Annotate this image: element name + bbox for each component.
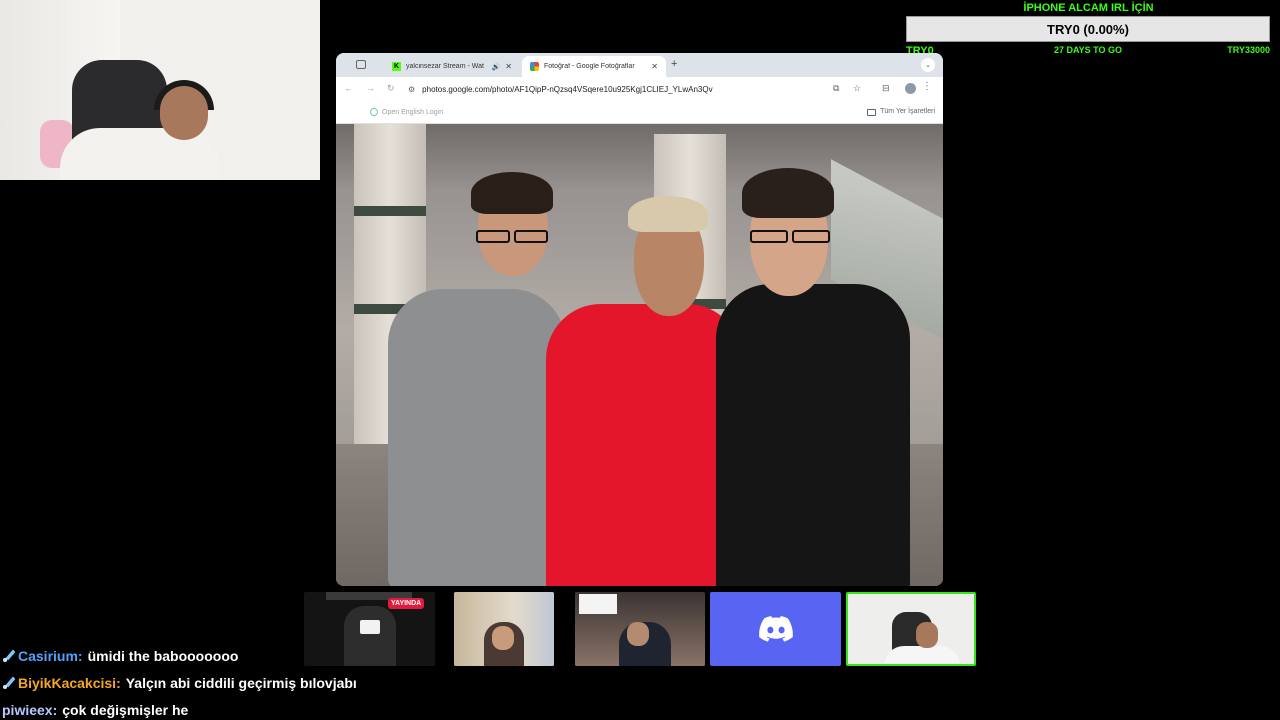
goal-amount: TRY0 (0.00%) (1047, 21, 1129, 37)
url-text: photos.google.com/photo/AF1QipP-nQzsq4VS… (422, 84, 713, 94)
rocket-icon (2, 676, 16, 690)
person-right-body (716, 284, 910, 586)
donation-goal-widget: İPHONE ALCAM IRL İÇİN TRY0 (0.00%) TRY0 … (906, 0, 1271, 58)
all-bookmarks-label: Tüm Yer İşaretleri (880, 108, 935, 115)
rocket-icon (2, 649, 16, 663)
chat-message: Casirium: ümidi the babooooooo (2, 642, 602, 669)
speaker-icon[interactable]: 🔊 (492, 63, 501, 71)
chat-username[interactable]: piwieex: (2, 702, 57, 718)
install-icon[interactable]: ⧉ (833, 83, 839, 94)
chat-message: piwieex: çok değişmişler he (2, 696, 602, 720)
address-bar[interactable]: ⚙ photos.google.com/photo/AF1QipP-nQzsq4… (408, 80, 854, 98)
chat-message: BiyikKacakcisi: Yalçın abi ciddili geçir… (2, 669, 602, 696)
person-left-body (388, 289, 566, 586)
displayed-photo (336, 124, 943, 586)
chat-overlay: Casirium: ümidi the babooooooo BiyikKaca… (2, 642, 602, 720)
site-info-icon[interactable]: ⚙ (408, 85, 415, 94)
all-bookmarks-folder[interactable]: Tüm Yer İşaretleri (867, 108, 935, 116)
folder-icon (867, 109, 877, 116)
reload-icon[interactable]: ↻ (387, 83, 395, 94)
goal-days-remaining: 27 DAYS TO GO (1053, 45, 1123, 55)
google-photos-icon (530, 62, 539, 71)
extensions-icon[interactable]: ⊟ (882, 83, 890, 94)
thumbnail-discord[interactable] (710, 592, 841, 666)
live-badge: YAYINDA (388, 598, 425, 609)
thumbnail-streamer-cam[interactable] (846, 592, 976, 666)
glasses (476, 230, 510, 243)
tab-title: yalcinsezar Stream - Wat (406, 63, 484, 70)
tab-bar: K yalcinsezar Stream - Wat 🔊 ✕ Fotoğraf … (336, 53, 943, 77)
bookmark-label: Open English Login (382, 108, 444, 116)
goal-title: İPHONE ALCAM IRL İÇİN (1023, 2, 1154, 14)
close-tab-icon[interactable]: ✕ (505, 62, 512, 71)
new-tab-button[interactable]: + (671, 58, 677, 70)
browser-window: K yalcinsezar Stream - Wat 🔊 ✕ Fotoğraf … (336, 53, 943, 586)
goal-target-value: TRY33000 (1227, 45, 1270, 55)
bookmarks-bar: Open English Login Tüm Yer İşaretleri (336, 101, 943, 124)
person-middle-body (546, 304, 742, 586)
bookmark-item[interactable]: Open English Login (370, 108, 443, 116)
streamer-webcam (0, 0, 320, 180)
bookmark-star-icon[interactable]: ☆ (853, 83, 861, 94)
chat-text: ümidi the babooooooo (87, 647, 239, 664)
more-menu-icon[interactable]: ⋮ (922, 81, 932, 92)
goal-progress-bar: TRY0 (0.00%) (906, 16, 1270, 42)
chat-username[interactable]: BiyikKacakcisi: (18, 675, 121, 691)
chat-text: Yalçın abi ciddili geçirmiş bılovjabı (125, 674, 357, 691)
profile-avatar[interactable] (905, 83, 916, 94)
close-tab-icon[interactable]: ✕ (651, 62, 658, 71)
bookmark-favicon (370, 108, 378, 116)
forward-icon[interactable]: → (366, 83, 375, 93)
chat-username[interactable]: Casirium: (18, 648, 83, 664)
chat-text: çok değişmişler he (62, 701, 189, 718)
chevron-down-icon[interactable]: ⌄ (921, 58, 935, 72)
tab-kick-stream[interactable]: K yalcinsezar Stream - Wat 🔊 ✕ (384, 56, 520, 77)
tab-google-photos[interactable]: Fotoğraf - Google Fotoğraflar ✕ (522, 56, 666, 77)
tab-title: Fotoğraf - Google Fotoğraflar (544, 63, 635, 70)
tab-search-icon[interactable] (356, 60, 366, 69)
discord-icon (758, 616, 793, 642)
browser-toolbar: ← → ↻ ⚙ photos.google.com/photo/AF1QipP-… (336, 77, 943, 101)
kick-icon: K (392, 62, 401, 71)
back-icon[interactable]: ← (344, 83, 353, 93)
